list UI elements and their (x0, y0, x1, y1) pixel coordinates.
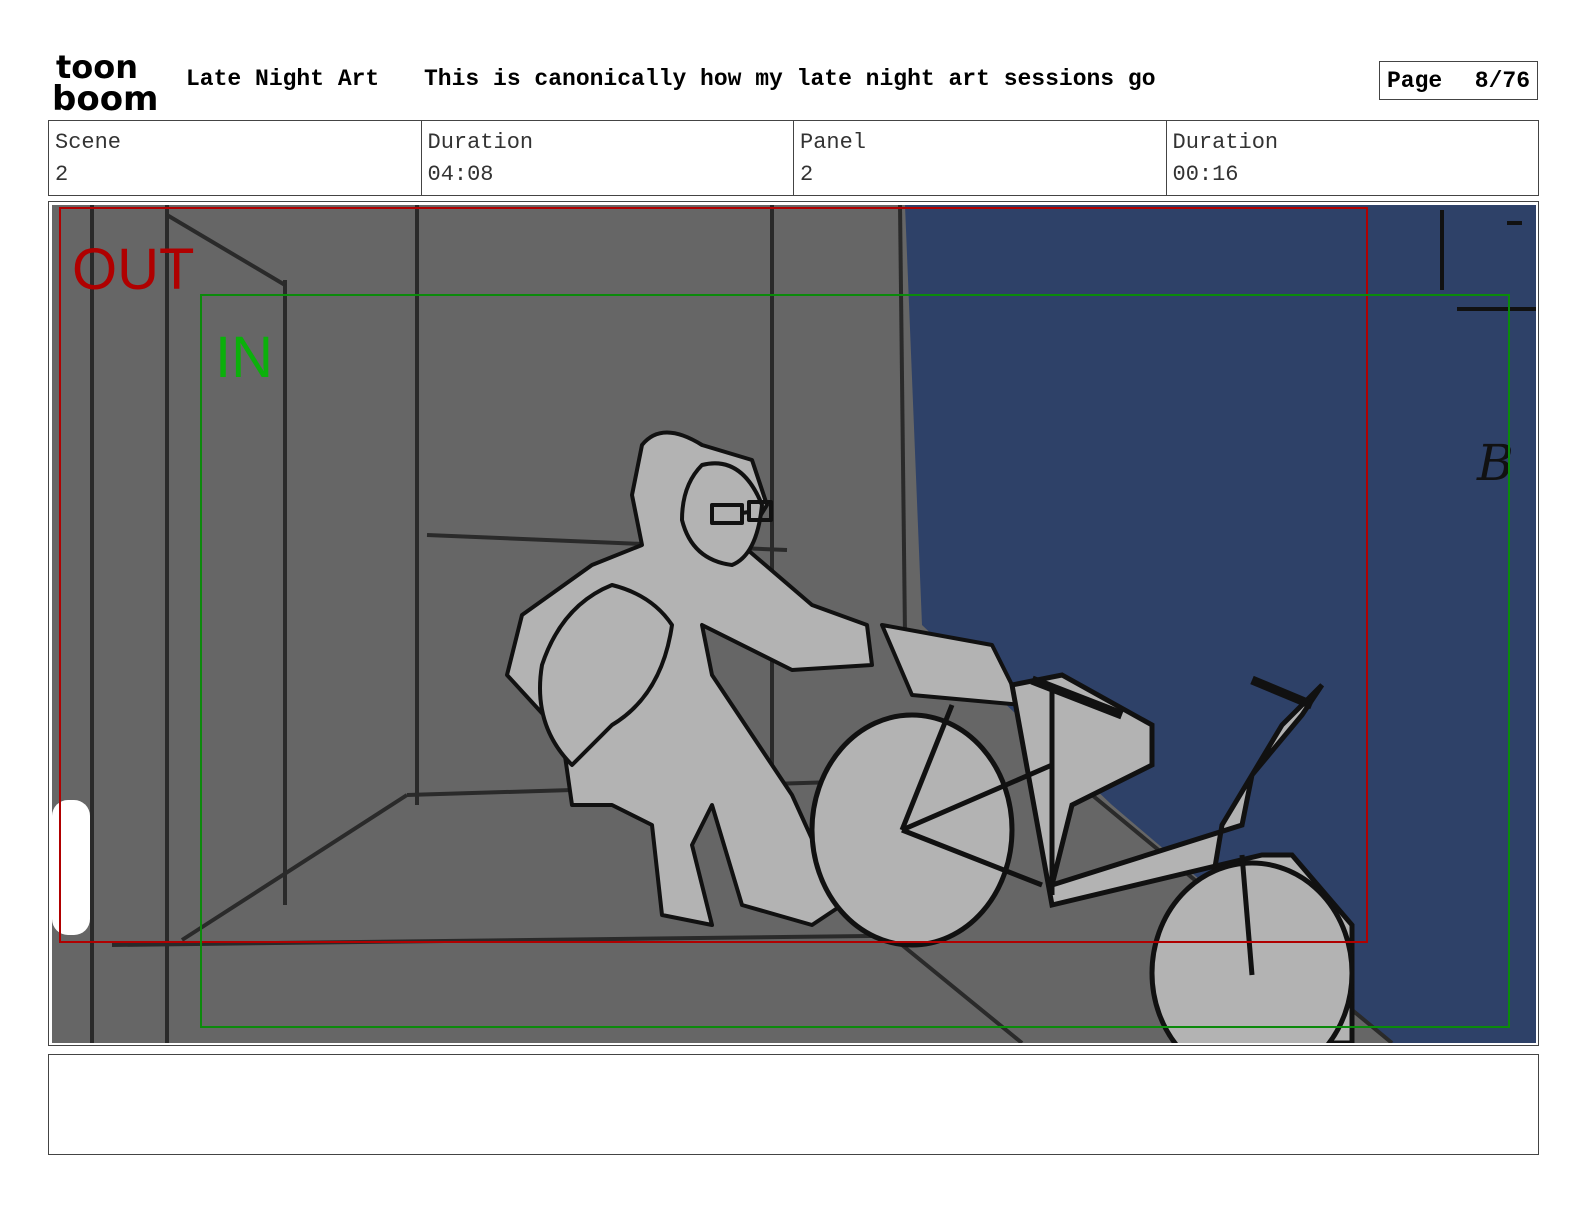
scene-value: 2 (55, 162, 69, 187)
out-frame-label: OUT (72, 237, 194, 302)
door-edge (52, 800, 90, 935)
page-number: 8/76 (1474, 67, 1530, 94)
project-description: This is canonically how my late night ar… (424, 66, 1156, 92)
panel-cell: Panel 2 (794, 121, 1167, 195)
scene-duration-value: 04:08 (427, 162, 494, 187)
panel-duration-cell: Duration 00:16 (1167, 121, 1539, 195)
panel-label: Panel (800, 130, 867, 155)
panel-duration-label: Duration (1172, 130, 1279, 155)
scene-duration-label: Duration (427, 130, 534, 155)
in-frame-label: IN (215, 325, 273, 390)
scene-cell: Scene 2 (49, 121, 422, 195)
page-label: Page (1387, 67, 1443, 94)
toon-boom-logo: toon boom (52, 48, 158, 114)
scene-label: Scene (55, 130, 122, 155)
page-indicator: Page 8/76 (1379, 61, 1538, 100)
project-title: Late Night Art (186, 66, 380, 92)
storyboard-panel-image: B OUT IN (52, 205, 1536, 1043)
panel-duration-value: 00:16 (1172, 162, 1239, 187)
scene-duration-cell: Duration 04:08 (422, 121, 794, 195)
panel-notes-box (48, 1054, 1539, 1155)
panel-value: 2 (800, 162, 814, 187)
logo-line-2: boom (52, 79, 158, 114)
panel-info-table: Scene 2 Duration 04:08 Panel 2 Duration … (48, 120, 1539, 196)
